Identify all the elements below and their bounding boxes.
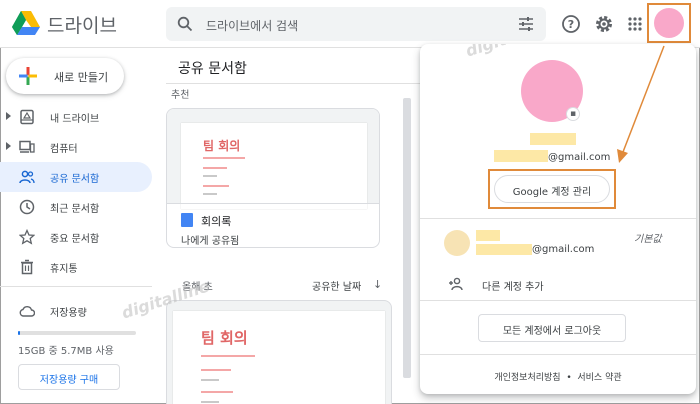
- storage-progress-fill: [18, 331, 20, 335]
- sign-out-label: 모든 계정에서 로그아웃: [502, 326, 602, 337]
- main-header-divider: [166, 83, 420, 84]
- primary-email: @gmail.com: [548, 152, 611, 163]
- file-card[interactable]: 팀 회의 회의록 나에게 공유됨: [166, 108, 380, 248]
- storage-progress-bar: [18, 331, 136, 335]
- privacy-policy-link[interactable]: 개인정보처리방침: [494, 373, 560, 383]
- sort-direction-icon[interactable]: ↓: [373, 278, 382, 291]
- search-input[interactable]: 드라이브에서 검색: [206, 17, 298, 34]
- redacted-email-user: [494, 150, 548, 162]
- footer-separator: •: [566, 373, 572, 383]
- sidebar-item-label: 내 드라이브: [50, 114, 100, 125]
- page-title: 공유 문서함: [178, 61, 247, 77]
- storage-usage-text: 15GB 중 5.7MB 사용: [18, 346, 114, 357]
- search-options-icon[interactable]: [518, 16, 534, 32]
- sidebar-divider: [0, 286, 152, 287]
- sidebar-item-my-drive[interactable]: 내 드라이브: [0, 102, 152, 132]
- shared-icon: [19, 170, 35, 184]
- terms-of-service-link[interactable]: 서비스 약관: [577, 373, 621, 383]
- google-docs-icon: [181, 213, 193, 227]
- sidebar-item-starred[interactable]: 중요 문서함: [0, 222, 152, 252]
- redacted-name: [476, 230, 500, 241]
- account-menu-popup: digitalline ▪ @gmail.com Google 계정 관리 @g…: [420, 44, 696, 394]
- manage-account-label: Google 계정 관리: [512, 187, 592, 198]
- sort-by-shared-date[interactable]: 공유한 날짜: [312, 278, 361, 293]
- redacted-email-user: [476, 244, 532, 255]
- sidebar-item-shared[interactable]: 공유 문서함: [0, 162, 152, 192]
- search-icon: [177, 16, 193, 32]
- computer-icon: [19, 140, 35, 153]
- expand-caret-icon[interactable]: [6, 142, 11, 150]
- trash-icon: [21, 259, 33, 275]
- buy-storage-label: 저장용량 구매: [39, 375, 99, 386]
- sidebar-item-label: 최근 문서함: [50, 204, 100, 215]
- add-account-link[interactable]: 다른 계정 추가: [482, 278, 544, 293]
- file-card[interactable]: 팀 회의: [166, 300, 392, 404]
- buy-storage-button[interactable]: 저장용량 구매: [18, 364, 120, 390]
- default-account-label: 기본값: [634, 234, 662, 245]
- sidebar-item-label: 공유 문서함: [50, 174, 100, 185]
- clock-icon: [19, 199, 35, 215]
- watermark-text: digitalline: [463, 44, 555, 61]
- file-shared-status: 나에게 공유됨: [181, 236, 240, 247]
- doc-preview: 팀 회의: [173, 311, 385, 404]
- secondary-email[interactable]: @gmail.com: [532, 244, 594, 255]
- main-scrollbar[interactable]: [403, 98, 411, 378]
- doc-preview-title: 팀 회의: [203, 139, 241, 153]
- popup-divider: [420, 218, 696, 219]
- file-card-meta: 회의록 나에게 공유됨: [167, 203, 379, 247]
- sidebar-item-label: 휴지통: [50, 264, 78, 275]
- secondary-account-avatar[interactable]: [444, 230, 470, 256]
- manage-google-account-button[interactable]: Google 계정 관리: [494, 175, 610, 203]
- camera-icon[interactable]: ▪: [566, 107, 580, 121]
- my-drive-icon: [20, 109, 34, 125]
- sidebar-item-trash[interactable]: 휴지통: [0, 252, 152, 282]
- new-button[interactable]: 새로 만들기: [6, 58, 124, 94]
- sidebar-item-recent[interactable]: 최근 문서함: [0, 192, 152, 222]
- popup-divider: [420, 300, 696, 301]
- redacted-name: [530, 133, 576, 145]
- search-bar[interactable]: 드라이브에서 검색: [166, 7, 546, 41]
- star-icon: [19, 229, 35, 245]
- help-icon[interactable]: ?: [561, 14, 581, 34]
- sidebar-item-label: 저장용량: [50, 308, 87, 319]
- sidebar-item-label: 컴퓨터: [50, 144, 78, 155]
- cloud-icon: [19, 306, 35, 317]
- add-account-icon: [449, 277, 463, 291]
- popup-divider: [420, 354, 696, 355]
- settings-icon[interactable]: [594, 14, 614, 34]
- sidebar-item-computers[interactable]: 컴퓨터: [0, 132, 152, 162]
- suggested-section-label: 추천: [171, 90, 190, 101]
- file-thumbnail: 팀 회의: [167, 109, 379, 209]
- google-drive-logo[interactable]: [12, 10, 40, 36]
- doc-preview-title: 팀 회의: [201, 329, 248, 347]
- file-name: 회의록: [201, 215, 232, 228]
- doc-preview: 팀 회의: [181, 123, 367, 209]
- expand-caret-icon[interactable]: [6, 112, 11, 120]
- sidebar-item-label: 중요 문서함: [50, 234, 100, 245]
- svg-text:?: ?: [568, 18, 574, 31]
- new-button-label: 새로 만들기: [54, 71, 109, 84]
- app-title: 드라이브: [47, 15, 117, 37]
- top-bar: 드라이브 드라이브에서 검색 ?: [0, 0, 700, 48]
- avatar-highlight-box: [647, 3, 691, 43]
- popup-footer: 개인정보처리방침 • 서비스 약관: [420, 370, 696, 383]
- sign-out-all-button[interactable]: 모든 계정에서 로그아웃: [478, 314, 626, 342]
- plus-icon: [19, 67, 37, 85]
- apps-grid-icon[interactable]: [625, 14, 645, 34]
